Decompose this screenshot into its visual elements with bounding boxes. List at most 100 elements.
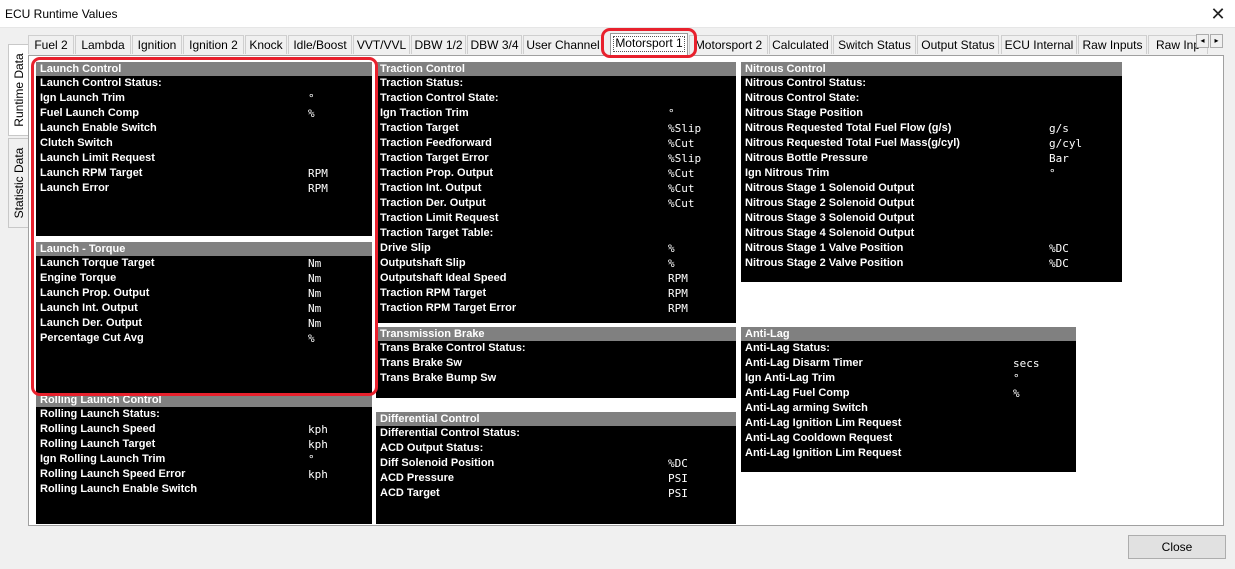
tab-motorsport-2[interactable]: Motorsport 2: [689, 35, 768, 54]
value-row: Traction Feedforward %Cut: [376, 136, 736, 151]
tab-motorsport-1[interactable]: Motorsport 1: [610, 33, 688, 55]
value-row: Trans Brake Control Status:: [376, 341, 736, 356]
panel-title: Nitrous Control: [741, 62, 1122, 76]
row-label: Traction Status:: [380, 77, 464, 89]
tab-fuel-2[interactable]: Fuel 2: [28, 35, 74, 54]
row-unit: %DC: [1049, 257, 1069, 270]
value-row: Launch Limit Request: [36, 151, 372, 166]
value-row: Launch RPM Target RPM: [36, 166, 372, 181]
value-row: Ign Nitrous Trim °: [741, 166, 1122, 181]
row-unit: °: [308, 453, 315, 466]
row-label: Outputshaft Slip: [380, 257, 466, 269]
tab-user-channel[interactable]: User Channel: [523, 35, 603, 54]
tab-knock[interactable]: Knock: [245, 35, 287, 54]
value-row: ACD Target PSI: [376, 486, 736, 501]
row-label: Rolling Launch Status:: [40, 408, 160, 420]
row-unit: Nm: [308, 317, 322, 330]
tab-ecu-internal[interactable]: ECU Internal: [1001, 35, 1077, 54]
row-label: Launch Control Status:: [40, 77, 162, 89]
title-bar: ECU Runtime Values ✕: [0, 0, 1235, 28]
row-unit: Nm: [308, 272, 322, 285]
value-row: Diff Solenoid Position %DC: [376, 456, 736, 471]
value-row: ACD Output Status:: [376, 441, 736, 456]
panel-title: Differential Control: [376, 412, 736, 426]
row-unit: %: [308, 107, 315, 120]
value-row: Traction Target Error %Slip: [376, 151, 736, 166]
tab-dbw-1-2[interactable]: DBW 1/2: [411, 35, 466, 54]
row-label: Anti-Lag Ignition Lim Request: [745, 447, 902, 459]
value-row: Launch Error RPM: [36, 181, 372, 196]
row-unit: RPM: [668, 287, 688, 300]
row-label: Traction Target: [380, 122, 459, 134]
value-row: Nitrous Requested Total Fuel Mass(g/cyl)…: [741, 136, 1122, 151]
tab-scroll-left-icon[interactable]: ◂: [1196, 34, 1209, 48]
row-unit: °: [668, 107, 675, 120]
row-unit: %: [308, 332, 315, 345]
value-row: Outputshaft Ideal Speed RPM: [376, 271, 736, 286]
row-label: Traction Prop. Output: [380, 167, 494, 179]
row-label: Trans Brake Bump Sw: [380, 372, 497, 384]
tab-idle-boost[interactable]: Idle/Boost: [288, 35, 352, 54]
row-label: Nitrous Requested Total Fuel Flow (g/s): [745, 122, 952, 134]
value-row: Rolling Launch Status:: [36, 407, 372, 422]
row-unit: °: [1049, 167, 1056, 180]
tab-output-status[interactable]: Output Status: [917, 35, 999, 54]
row-label: Ign Traction Trim: [380, 107, 469, 119]
tab-lambda[interactable]: Lambda: [75, 35, 131, 54]
row-unit: %: [1013, 387, 1020, 400]
row-label: Traction RPM Target: [380, 287, 487, 299]
panel-title: Anti-Lag: [741, 327, 1076, 341]
row-unit: %: [668, 242, 675, 255]
side-tab-runtime-data[interactable]: Runtime Data: [8, 44, 28, 136]
row-label: Clutch Switch: [40, 137, 113, 149]
value-row: Anti-Lag Status:: [741, 341, 1076, 356]
row-label: Fuel Launch Comp: [40, 107, 139, 119]
side-tab-label: Statistic Data: [11, 147, 26, 219]
tab-raw-inputs[interactable]: Raw Inputs: [1078, 35, 1147, 54]
close-button[interactable]: Close: [1128, 535, 1226, 559]
row-label: ACD Target: [380, 487, 440, 499]
value-row: Launch Der. Output Nm: [36, 316, 372, 331]
tab-calculated[interactable]: Calculated: [769, 35, 832, 54]
panel-nitrous-control: Nitrous Control Nitrous Control Status: Ni…: [741, 62, 1122, 282]
row-label: Traction Feedforward: [380, 137, 492, 149]
row-unit: PSI: [668, 487, 688, 500]
value-row: Anti-Lag Disarm Timer secs: [741, 356, 1076, 371]
row-label: Launch Der. Output: [40, 317, 143, 329]
row-label: ACD Pressure: [380, 472, 454, 484]
close-icon[interactable]: ✕: [1201, 0, 1235, 28]
value-row: Traction Control State:: [376, 91, 736, 106]
window-title: ECU Runtime Values: [5, 7, 118, 21]
row-label: Percentage Cut Avg: [40, 332, 144, 344]
tab-ignition[interactable]: Ignition: [132, 35, 182, 54]
row-unit: PSI: [668, 472, 688, 485]
panel-title: Transmission Brake: [376, 327, 736, 341]
row-unit: %Slip: [668, 152, 702, 165]
row-unit: kph: [308, 468, 328, 481]
row-label: Nitrous Stage Position: [745, 107, 863, 119]
tab-switch-status[interactable]: Switch Status: [833, 35, 916, 54]
row-unit: kph: [308, 423, 328, 436]
panel-launch-torque: Launch - Torque Launch Torque Target Nm Eng…: [36, 242, 372, 394]
row-label: Differential Control Status:: [380, 427, 520, 439]
row-label: Anti-Lag Status:: [745, 342, 830, 354]
value-row: ACD Pressure PSI: [376, 471, 736, 486]
value-row: Nitrous Stage 1 Solenoid Output: [741, 181, 1122, 196]
value-row: Differential Control Status:: [376, 426, 736, 441]
row-label: Engine Torque: [40, 272, 117, 284]
side-tab-label: Runtime Data: [11, 53, 26, 127]
panel-title: Traction Control: [376, 62, 736, 76]
value-row: Traction Target %Slip: [376, 121, 736, 136]
value-row: Anti-Lag Fuel Comp%: [741, 386, 1076, 401]
row-label: Nitrous Bottle Pressure: [745, 152, 868, 164]
tab-vvt-vvl[interactable]: VVT/VVL: [353, 35, 410, 54]
tab-dbw-3-4[interactable]: DBW 3/4: [467, 35, 522, 54]
value-row: Trans Brake Sw: [376, 356, 736, 371]
value-row: Nitrous Stage Position: [741, 106, 1122, 121]
tab-ignition-2[interactable]: Ignition 2: [183, 35, 244, 54]
row-label: Traction Limit Request: [380, 212, 499, 224]
value-row: Nitrous Stage 3 Solenoid Output: [741, 211, 1122, 226]
side-tab-statistic-data[interactable]: Statistic Data: [8, 138, 28, 228]
row-label: Nitrous Stage 2 Solenoid Output: [745, 197, 915, 209]
tab-scroll-right-icon[interactable]: ▸: [1210, 34, 1223, 48]
